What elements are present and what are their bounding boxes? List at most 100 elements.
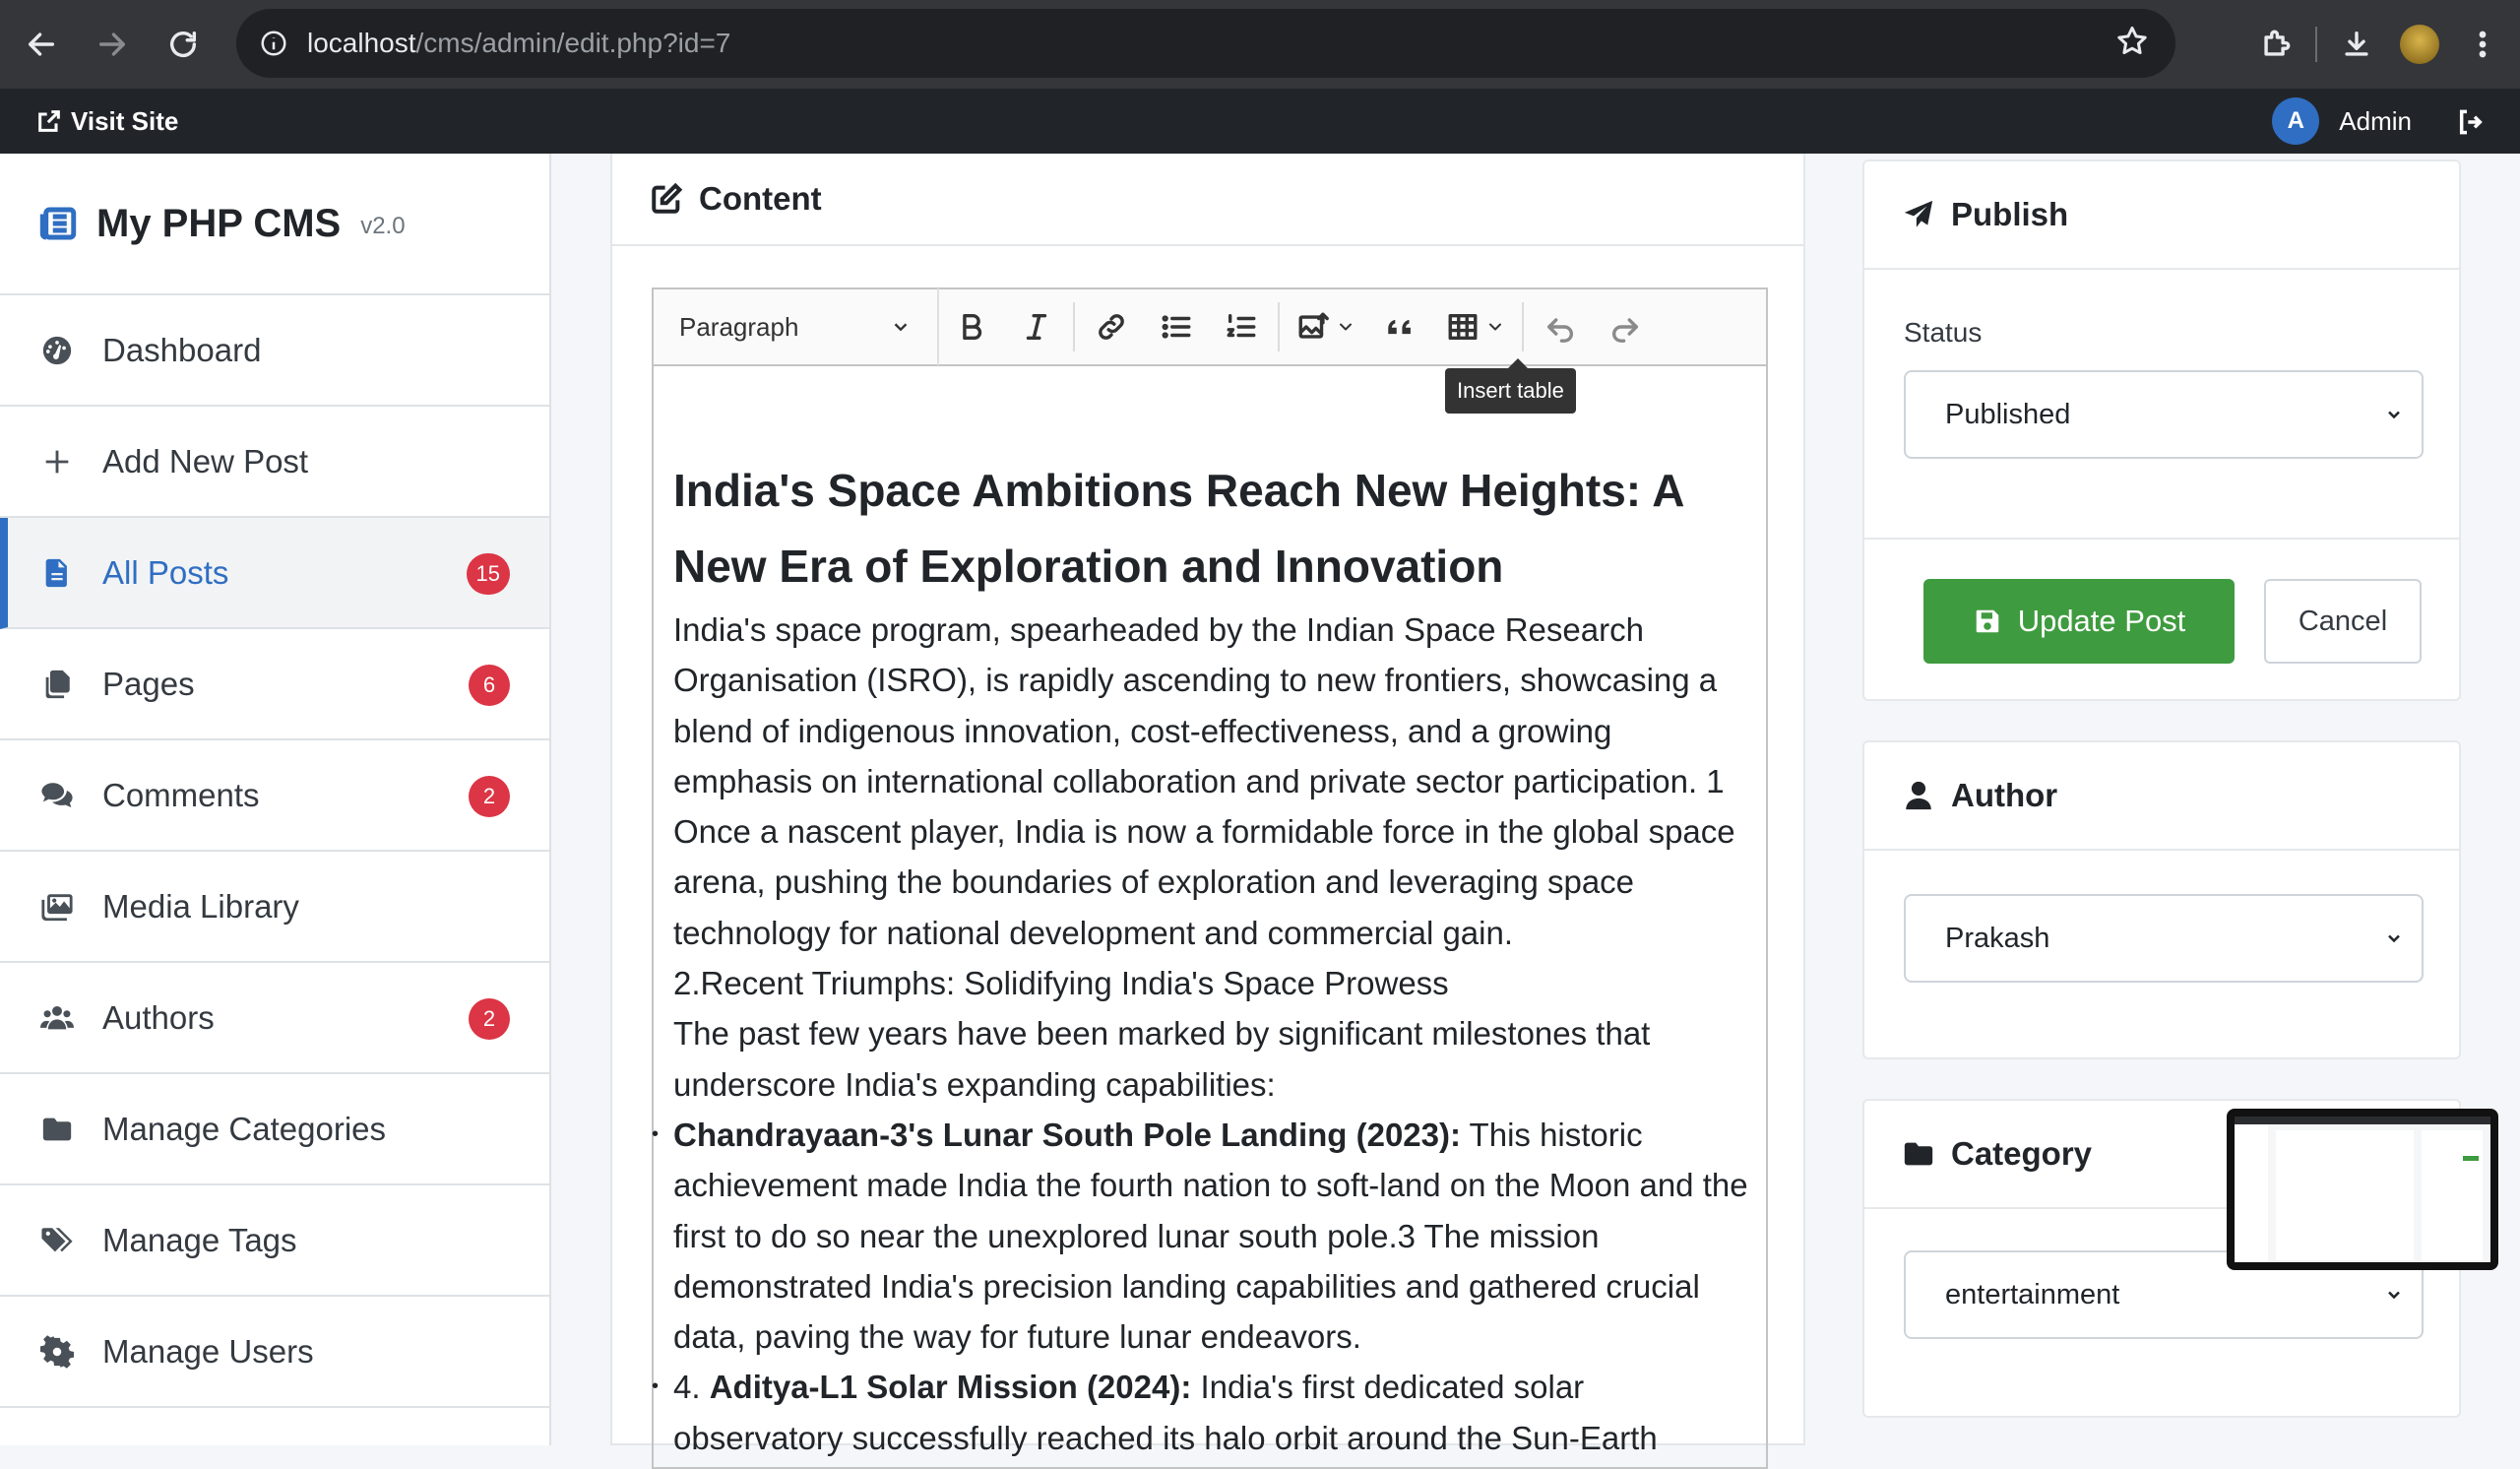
bulleted-list-button[interactable] bbox=[1144, 288, 1209, 365]
sidebar-item-label: Manage Tags bbox=[102, 1221, 297, 1258]
sidebar-item-label: Media Library bbox=[102, 887, 299, 925]
reload-button[interactable] bbox=[154, 15, 213, 74]
url-host: localhost bbox=[307, 28, 416, 58]
sidebar-item-dashboard[interactable]: Dashboard bbox=[0, 295, 549, 407]
toolbar-divider bbox=[2315, 27, 2317, 62]
avatar: A bbox=[2272, 97, 2320, 145]
author-card-title: Author bbox=[1951, 777, 2058, 813]
chevron-down-icon bbox=[2388, 411, 2400, 419]
post-paragraph: 2.Recent Triumphs: Solidifying India's S… bbox=[673, 965, 1449, 1002]
block-quote-button[interactable] bbox=[1368, 288, 1433, 365]
redo-icon bbox=[1612, 318, 1639, 343]
floppy-disk-icon bbox=[1976, 609, 1998, 633]
sidebar-item-comments[interactable]: Comments 2 bbox=[0, 740, 549, 852]
sidebar-item-authors[interactable]: Authors 2 bbox=[0, 963, 549, 1074]
download-icon bbox=[2345, 31, 2368, 56]
toolbar-separator bbox=[1073, 302, 1075, 351]
screenshot-thumbnail[interactable] bbox=[2227, 1109, 2498, 1270]
admin-user-menu[interactable]: A Admin bbox=[2272, 97, 2412, 145]
publish-card: Publish Status Published Update Post Can… bbox=[1862, 160, 2461, 701]
browser-toolbar: localhost/cms/admin/edit.php?id=7 bbox=[0, 0, 2520, 89]
kebab-menu-icon bbox=[2479, 31, 2487, 58]
status-label: Status bbox=[1904, 317, 1983, 348]
address-bar[interactable]: localhost/cms/admin/edit.php?id=7 bbox=[236, 9, 2175, 78]
editor-content[interactable]: India's Space Ambitions Reach New Height… bbox=[652, 366, 1766, 1463]
update-post-label: Update Post bbox=[2017, 604, 2186, 638]
edit-icon bbox=[652, 182, 683, 214]
insert-image-dropdown[interactable] bbox=[1284, 288, 1368, 365]
thumbnail-main bbox=[2276, 1130, 2414, 1260]
italic-button[interactable] bbox=[1004, 288, 1069, 365]
bold-button[interactable] bbox=[939, 288, 1004, 365]
sidebar-item-label: Authors bbox=[102, 998, 215, 1036]
redo-button[interactable] bbox=[1593, 288, 1658, 365]
numbered-list-button[interactable] bbox=[1209, 288, 1274, 365]
insert-table-tooltip: Insert table bbox=[1445, 358, 1576, 414]
insert-table-dropdown[interactable] bbox=[1433, 288, 1518, 365]
toolbar-separator bbox=[1522, 302, 1524, 351]
content-card: Content Paragraph Insert table India's S… bbox=[610, 154, 1805, 1469]
status-select[interactable]: Published bbox=[1904, 370, 2424, 459]
admin-top-bar: Visit Site A Admin bbox=[0, 89, 2520, 154]
forward-button[interactable] bbox=[83, 15, 142, 74]
update-post-button[interactable]: Update Post bbox=[1923, 579, 2235, 664]
downloads-button[interactable] bbox=[2325, 13, 2388, 76]
content-card-title: Content bbox=[699, 180, 822, 217]
list-item-title: Aditya-L1 Solar Mission (2024): bbox=[709, 1369, 1192, 1406]
sidebar-item-media-library[interactable]: Media Library bbox=[0, 852, 549, 963]
table-icon bbox=[1448, 313, 1478, 341]
copy-icon bbox=[37, 665, 77, 704]
site-info-icon[interactable] bbox=[254, 24, 293, 63]
browser-menu-button[interactable] bbox=[2451, 13, 2514, 76]
file-icon bbox=[37, 553, 77, 593]
image-upload-icon bbox=[1298, 312, 1329, 339]
back-button[interactable] bbox=[12, 15, 71, 74]
external-link-icon bbox=[38, 110, 60, 132]
list-item-title: Chandrayaan-3's Lunar South Pole Landing… bbox=[673, 1116, 1461, 1153]
tags-icon bbox=[37, 1221, 77, 1260]
sidebar-item-manage-categories[interactable]: Manage Categories bbox=[0, 1074, 549, 1185]
sidebar-item-label: Dashboard bbox=[102, 331, 262, 368]
profile-button[interactable] bbox=[2388, 13, 2451, 76]
link-icon bbox=[1099, 314, 1124, 340]
puzzle-icon bbox=[2264, 30, 2291, 56]
thumbnail-right bbox=[2422, 1130, 2483, 1260]
sidebar-item-all-posts[interactable]: All Posts 15 bbox=[0, 518, 549, 629]
sidebar-item-manage-tags[interactable]: Manage Tags bbox=[0, 1185, 549, 1297]
bookmark-star-icon[interactable] bbox=[2114, 24, 2154, 63]
bold-icon bbox=[963, 313, 982, 341]
thumbnail-sidebar bbox=[2235, 1124, 2268, 1262]
post-heading: India's Space Ambitions Reach New Height… bbox=[673, 465, 1683, 592]
brand[interactable]: My PHP CMS v2.0 bbox=[0, 154, 549, 295]
sidebar-item-add-new-post[interactable]: Add New Post bbox=[0, 407, 549, 518]
url-text: localhost/cms/admin/edit.php?id=7 bbox=[307, 28, 730, 59]
sidebar-item-manage-users[interactable]: Manage Users bbox=[0, 1297, 549, 1408]
author-select[interactable]: Prakash bbox=[1904, 894, 2424, 983]
publish-divider bbox=[1864, 538, 2459, 540]
post-paragraph: The past few years have been marked by s… bbox=[673, 1015, 1651, 1103]
profile-avatar bbox=[2400, 25, 2439, 64]
logout-button[interactable] bbox=[2455, 106, 2487, 138]
sidebar-item-pages[interactable]: Pages 6 bbox=[0, 629, 549, 740]
rich-text-editor[interactable]: Paragraph Insert table India's Space Amb… bbox=[652, 287, 1768, 1469]
user-icon bbox=[1906, 781, 1931, 810]
cancel-button[interactable]: Cancel bbox=[2264, 579, 2422, 664]
status-select-value: Published bbox=[1945, 398, 2071, 430]
extensions-button[interactable] bbox=[2244, 13, 2307, 76]
reload-icon bbox=[169, 31, 197, 57]
thumbnail-preview bbox=[2235, 1117, 2490, 1262]
link-button[interactable] bbox=[1079, 288, 1144, 365]
category-select-value: entertainment bbox=[1945, 1278, 2120, 1310]
visit-site-link[interactable]: Visit Site bbox=[35, 106, 178, 137]
numbered-list-icon bbox=[1227, 313, 1256, 338]
chevron-down-icon bbox=[2388, 934, 2400, 943]
undo-button[interactable] bbox=[1528, 288, 1593, 365]
chevron-down-icon bbox=[1340, 323, 1352, 331]
gear-icon bbox=[37, 1332, 77, 1372]
url-path: /cms/admin/edit.php?id=7 bbox=[415, 28, 731, 58]
italic-icon bbox=[1026, 313, 1047, 341]
browser-actions bbox=[2244, 0, 2520, 89]
post-paragraph: India's space program, spearheaded by th… bbox=[673, 611, 1735, 951]
paragraph-format-dropdown[interactable]: Paragraph bbox=[654, 288, 939, 365]
thumbnail-topbar bbox=[2235, 1117, 2490, 1124]
